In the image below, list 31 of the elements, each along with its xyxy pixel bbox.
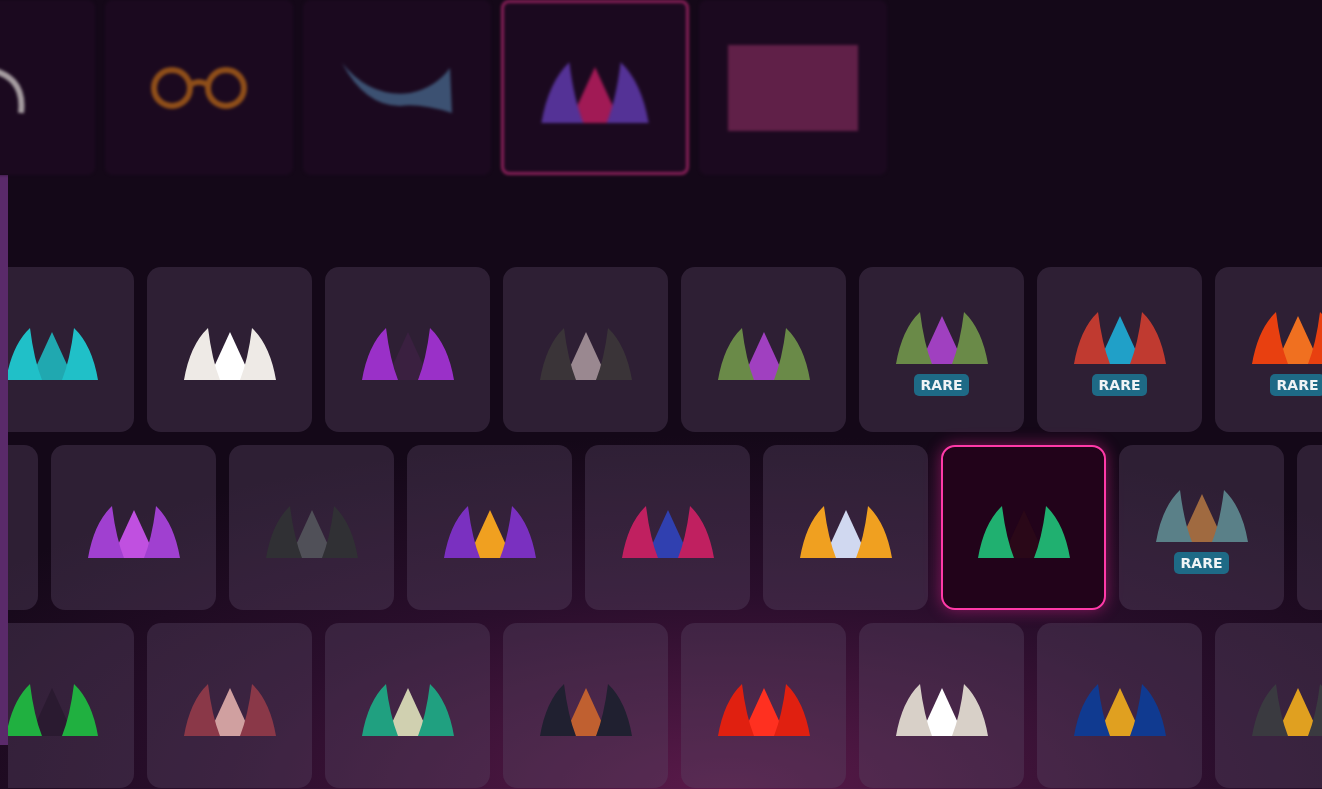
item-tile[interactable] [503,623,668,788]
rarity-badge: RARE [913,373,970,396]
item-tile[interactable] [681,267,846,432]
item-tile[interactable] [763,445,928,610]
item-tile[interactable]: RARE [1215,267,1322,432]
rarity-badge: RARE [1091,373,1148,396]
item-tile[interactable] [941,445,1106,610]
rarity-badge: RARE [1173,551,1230,574]
item-tile[interactable] [681,623,846,788]
item-tile[interactable] [147,623,312,788]
item-tile[interactable]: RARE [859,267,1024,432]
item-tile[interactable] [8,267,134,432]
item-tile[interactable] [859,623,1024,788]
rarity-badge: RARE [1269,373,1322,396]
item-tile[interactable] [8,623,134,788]
item-tile[interactable] [147,267,312,432]
item-tile[interactable] [501,0,689,175]
item-tile[interactable] [325,623,490,788]
item-tile[interactable]: RARE [1119,445,1284,610]
item-tile[interactable] [699,0,887,175]
item-tile[interactable] [585,445,750,610]
item-tile[interactable] [407,445,572,610]
item-tile[interactable] [51,445,216,610]
item-tile[interactable] [105,0,293,175]
item-tile[interactable] [503,267,668,432]
item-tile[interactable] [303,0,491,175]
swatch-icon [728,44,858,131]
item-tile[interactable] [229,445,394,610]
item-tile[interactable]: RARE [1037,267,1202,432]
item-tile[interactable] [325,267,490,432]
item-tile[interactable] [1037,623,1202,788]
